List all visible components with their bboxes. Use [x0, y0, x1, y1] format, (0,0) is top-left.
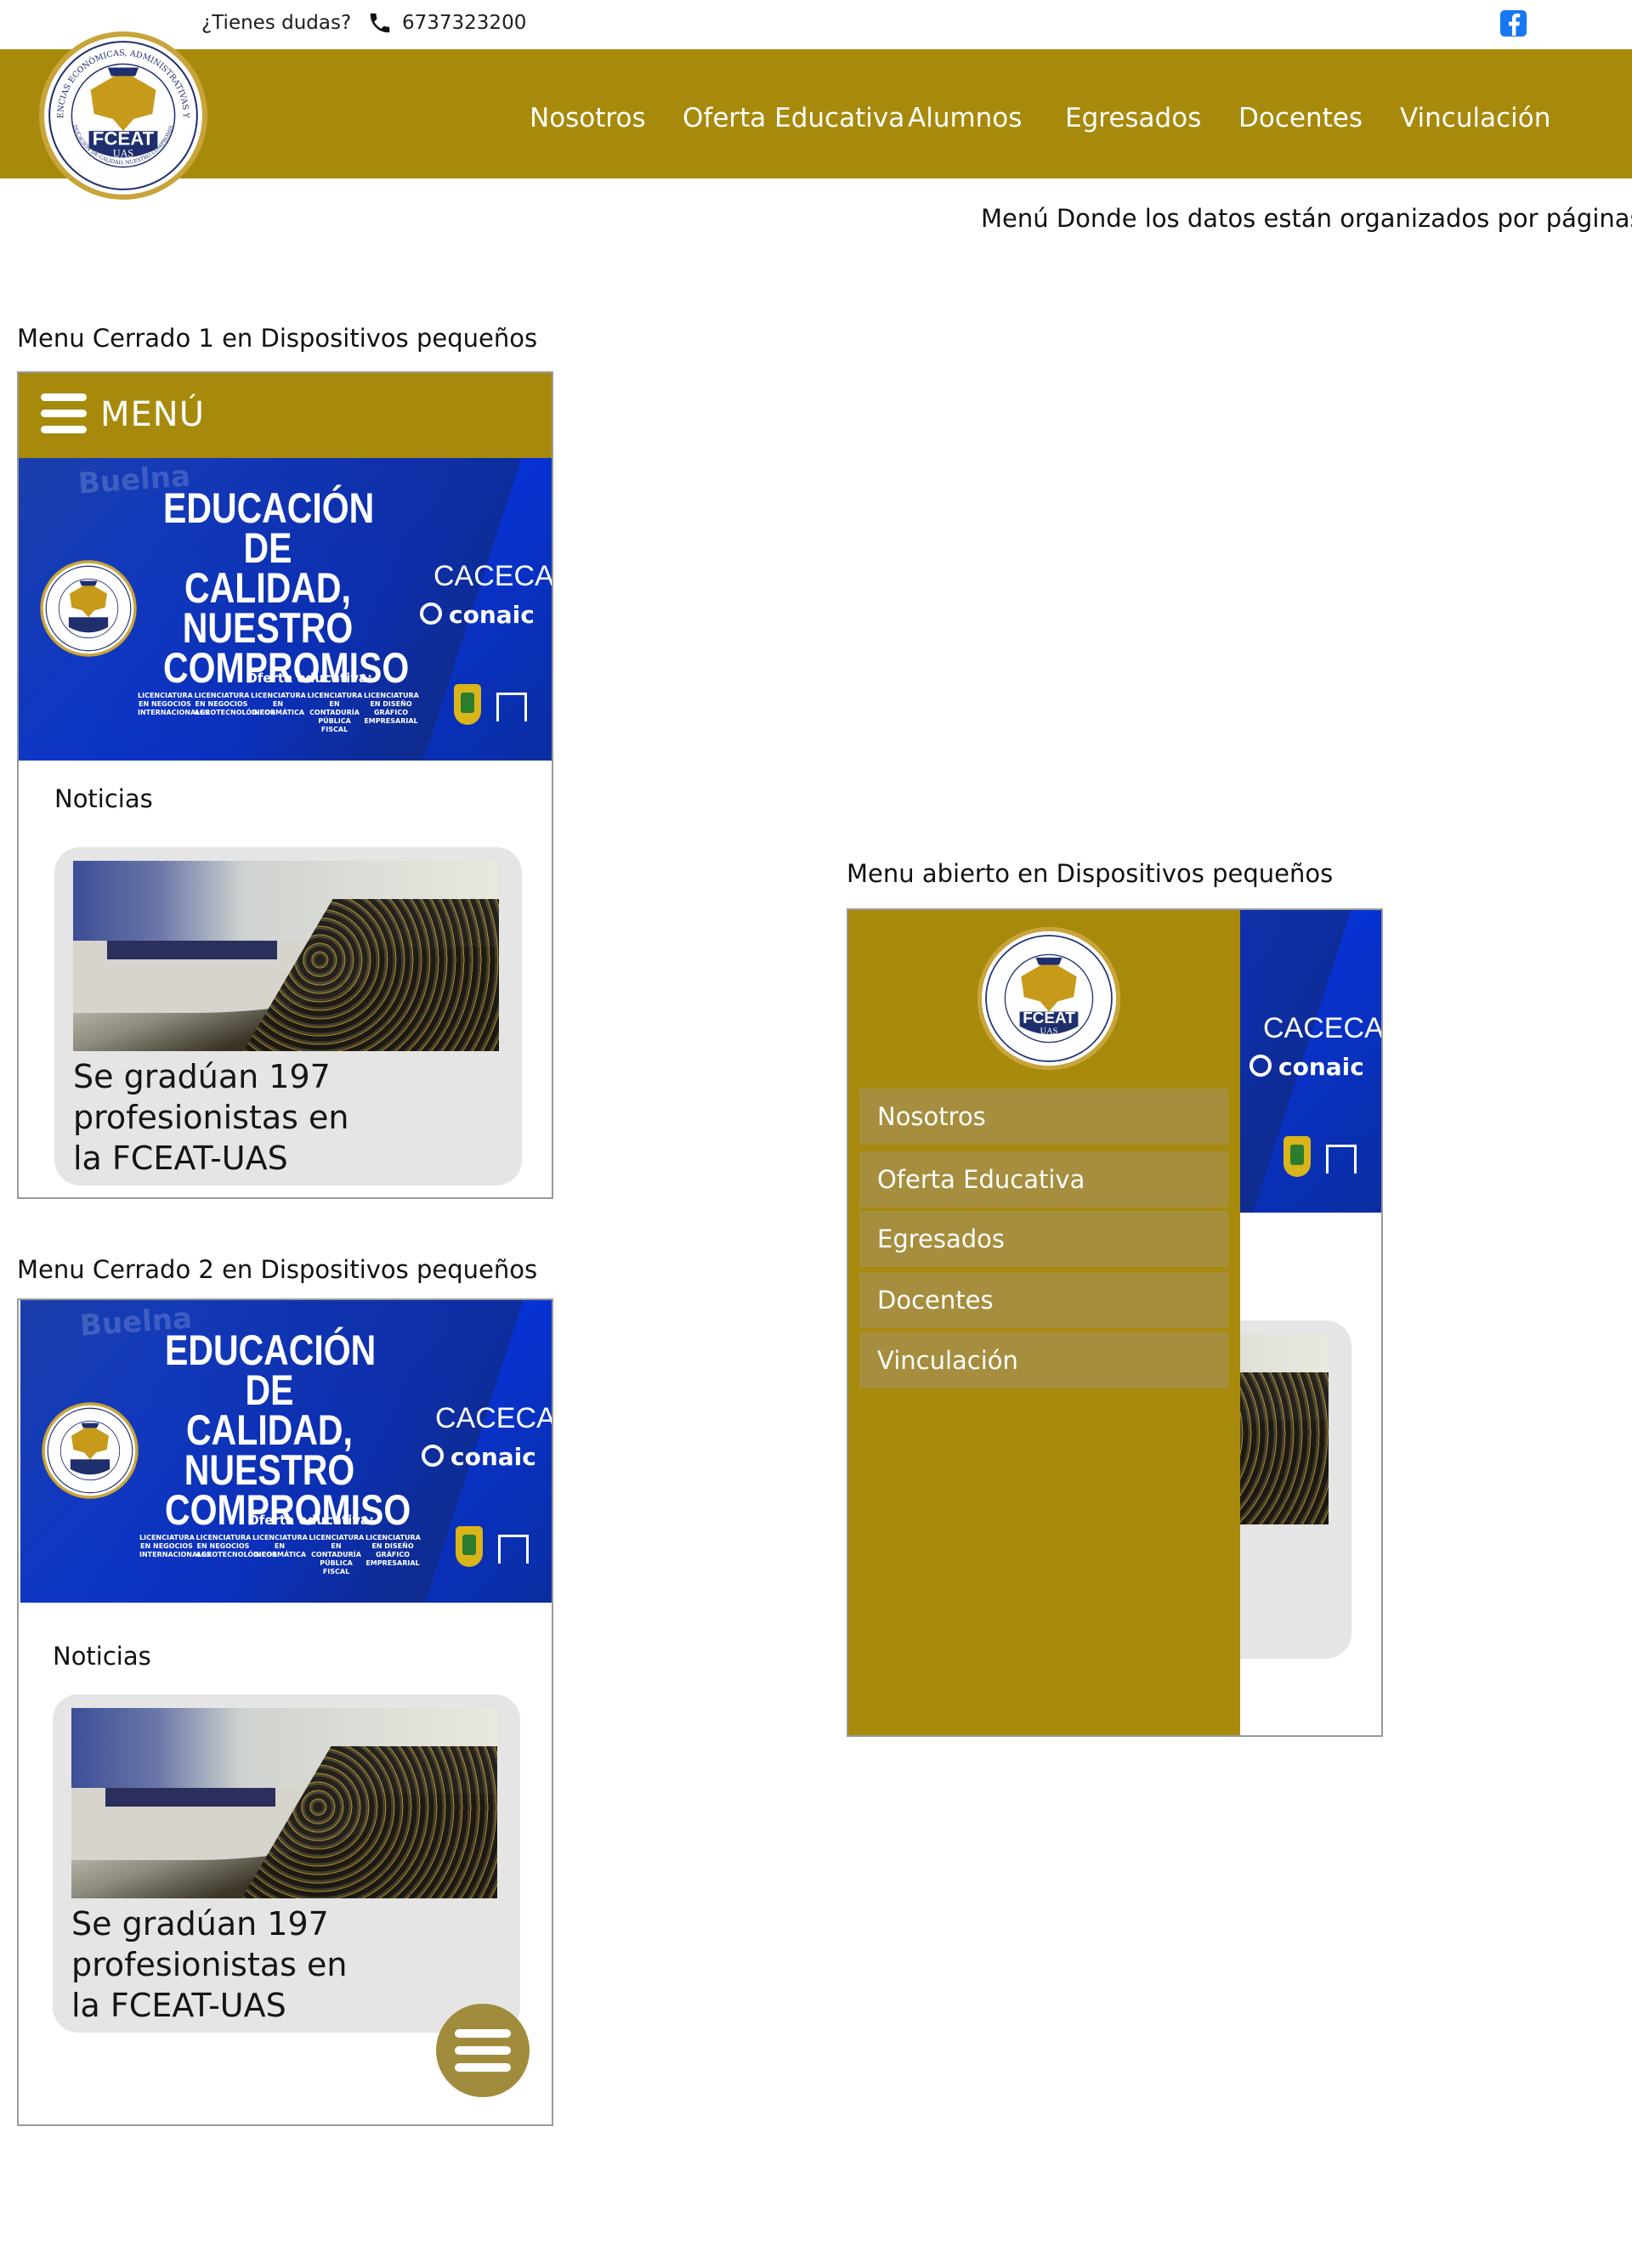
open-menu-label: Menu abierto en Dispositivos pequeños [847, 859, 1334, 888]
building-icon [1326, 1145, 1357, 1174]
news-card[interactable]: Se gradúan 197 profesionistas en la FCEA… [54, 847, 522, 1185]
news-card[interactable]: Se gradúan 197 profesionistas en la FCEA… [53, 1694, 520, 2033]
floating-menu-button[interactable] [436, 2004, 530, 2097]
conaic-logo: conaic [450, 1443, 536, 1471]
contact-question: ¿Tienes dudas? [201, 12, 352, 34]
banner-headline: EDUCACIÓN DE CALIDAD, NUESTRO COMPROMISO [165, 1326, 411, 1534]
news-title: Noticias [54, 784, 153, 813]
phone-number[interactable]: 6737323200 [402, 12, 526, 34]
caceca-logo: CACECA [1263, 1012, 1381, 1044]
news-headline[interactable]: Se gradúan 197 profesionistas en la FCEA… [73, 1056, 354, 1179]
svg-text:FCEAT: FCEAT [1023, 1010, 1075, 1027]
closed-menu-1-frame: MENÚ Buelna EDUCACIÓN DE CALIDAD, NUESTR… [17, 371, 553, 1199]
news-title: Noticias [53, 1642, 151, 1671]
drawer-logo[interactable]: FCEAT UAS [976, 925, 1122, 1072]
svg-text:UAS: UAS [113, 147, 133, 159]
menu-label[interactable]: MENÚ [100, 395, 205, 434]
banner-programs: LICENCIATURA EN NEGOCIOS INTERNACIONALES… [138, 692, 419, 733]
hamburger-icon[interactable] [41, 393, 87, 434]
banner-programs: LICENCIATURA EN NEGOCIOS INTERNACIONALES… [139, 1534, 421, 1575]
graduation-photo[interactable] [71, 1708, 497, 1898]
pages-description: Menú Donde los datos están organizados p… [981, 204, 1632, 233]
drawer-item-vinculacion[interactable]: Vinculación [859, 1332, 1228, 1389]
hero-banner: Buelna EDUCACIÓN DE CALIDAD, NUESTRO COM… [20, 1300, 553, 1603]
closed-menu-1-label: Menu Cerrado 1 en Dispositivos pequeños [17, 324, 538, 353]
building-icon [496, 693, 527, 721]
uas-shield-icon [456, 1526, 483, 1567]
nav-docentes[interactable]: Docentes [1238, 103, 1363, 133]
caceca-logo: CACECA [435, 1402, 553, 1434]
nav-vinculacion[interactable]: Vinculación [1400, 103, 1550, 133]
closed-menu-2-label: Menu Cerrado 2 en Dispositivos pequeños [17, 1255, 538, 1284]
conaic-icon [1250, 1055, 1272, 1077]
svg-text:FCEAT: FCEAT [93, 127, 155, 149]
closed-menu-2-frame: Buelna EDUCACIÓN DE CALIDAD, NUESTRO COM… [17, 1298, 553, 2126]
conaic-logo: conaic [449, 601, 535, 629]
drawer-item-egresados[interactable]: Egresados [859, 1211, 1228, 1267]
banner-seal-icon [39, 559, 138, 658]
conaic-icon [420, 602, 442, 625]
nav-nosotros[interactable]: Nosotros [530, 103, 646, 133]
conaic-logo: conaic [1278, 1053, 1364, 1081]
phone-icon [370, 13, 390, 33]
building-icon [498, 1535, 529, 1564]
svg-text:UAS: UAS [1040, 1027, 1058, 1036]
drawer-item-oferta-educativa[interactable]: Oferta Educativa [859, 1151, 1228, 1208]
facebook-icon[interactable] [1500, 10, 1527, 37]
banner-offer: Oferta educativa: [246, 670, 373, 686]
menu-drawer: FCEAT UAS Nosotros Oferta Educativa Egre… [848, 910, 1240, 1735]
caceca-logo: CACECA [434, 560, 552, 592]
news-headline[interactable]: Se gradúan 197 profesionistas en la FCEA… [71, 1903, 352, 2026]
main-header: Nosotros Oferta Educativa Alumnos Egresa… [0, 49, 1632, 178]
nav-egresados[interactable]: Egresados [1065, 103, 1201, 133]
hero-banner: Buelna EDUCACIÓN DE CALIDAD, NUESTRO COM… [19, 458, 552, 761]
top-bar: ¿Tienes dudas? 6737323200 [0, 0, 1632, 49]
uas-shield-icon [454, 684, 481, 725]
mobile-menu-bar[interactable]: MENÚ [19, 373, 552, 458]
uas-shield-icon [1284, 1136, 1311, 1177]
banner-offer: Oferta educativa: [248, 1513, 375, 1528]
banner-headline: EDUCACIÓN DE CALIDAD, NUESTRO COMPROMISO [163, 484, 410, 692]
drawer-item-nosotros[interactable]: Nosotros [859, 1089, 1228, 1145]
nav-oferta-educativa[interactable]: Oferta Educativa [683, 103, 904, 133]
fceat-logo[interactable]: FACULTAD DE CIENCIAS ECONÓMICAS, ADMINIS… [37, 30, 209, 201]
conaic-icon [422, 1445, 444, 1467]
open-menu-frame: Buelna EDUCACIÓN DE CALIDAD, NUESTRO COM… [847, 908, 1383, 1737]
graduation-photo[interactable] [73, 861, 499, 1051]
banner-seal-icon [41, 1401, 139, 1500]
drawer-item-docentes[interactable]: Docentes [859, 1272, 1228, 1328]
nav-alumnos[interactable]: Alumnos [908, 103, 1022, 133]
